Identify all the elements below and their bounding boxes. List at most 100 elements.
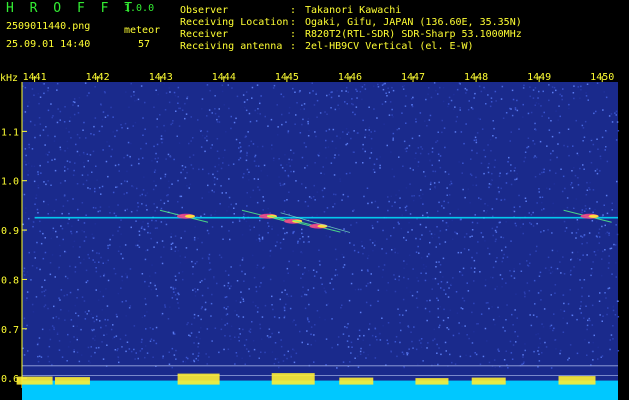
noise-pixel xyxy=(142,157,144,159)
noise-pixel xyxy=(137,98,140,101)
noise-pixel xyxy=(99,210,101,212)
noise-pixel xyxy=(479,363,482,365)
noise-pixel xyxy=(95,270,98,273)
noise-pixel xyxy=(55,316,58,318)
noise-pixel xyxy=(206,363,208,365)
noise-pixel xyxy=(362,162,364,164)
noise-pixel xyxy=(92,317,94,319)
noise-pixel xyxy=(522,232,524,235)
noise-pixel xyxy=(121,127,123,129)
noise-pixel xyxy=(284,154,286,156)
bottom-activity-band xyxy=(22,380,618,400)
noise-pixel xyxy=(228,287,231,290)
noise-pixel xyxy=(121,279,124,282)
noise-pixel xyxy=(601,225,603,228)
noise-pixel xyxy=(259,219,261,222)
noise-pixel xyxy=(563,273,566,275)
noise-pixel xyxy=(374,240,376,242)
noise-pixel xyxy=(373,108,375,110)
noise-pixel xyxy=(303,142,306,144)
noise-pixel xyxy=(513,277,516,279)
noise-pixel xyxy=(551,135,554,138)
noise-pixel xyxy=(365,301,368,304)
noise-pixel xyxy=(287,131,289,134)
noise-pixel xyxy=(151,264,153,266)
x-tick-label: 1448 xyxy=(464,72,488,83)
noise-pixel xyxy=(293,170,295,173)
noise-pixel xyxy=(277,361,280,364)
noise-pixel xyxy=(452,277,454,279)
noise-pixel xyxy=(552,329,554,332)
noise-pixel xyxy=(197,315,200,317)
noise-pixel xyxy=(539,196,541,199)
noise-pixel xyxy=(271,148,273,150)
noise-pixel xyxy=(538,353,540,355)
noise-pixel xyxy=(155,342,158,345)
noise-pixel xyxy=(398,279,400,281)
noise-pixel xyxy=(24,148,27,150)
noise-pixel xyxy=(426,212,428,214)
noise-pixel xyxy=(514,331,516,333)
noise-pixel xyxy=(156,161,158,163)
noise-pixel xyxy=(178,107,180,110)
noise-pixel xyxy=(548,117,550,119)
noise-pixel xyxy=(330,162,333,164)
noise-pixel xyxy=(566,323,568,326)
noise-pixel xyxy=(530,214,533,216)
noise-pixel xyxy=(544,341,546,344)
noise-pixel xyxy=(224,149,226,151)
noise-pixel xyxy=(562,256,564,258)
noise-pixel xyxy=(411,294,414,297)
noise-pixel xyxy=(251,97,253,99)
noise-pixel xyxy=(325,291,327,294)
noise-pixel xyxy=(261,145,264,148)
noise-pixel xyxy=(500,199,502,201)
noise-pixel xyxy=(266,174,269,177)
noise-pixel xyxy=(155,184,157,187)
noise-pixel xyxy=(238,159,240,161)
noise-pixel xyxy=(545,346,548,348)
noise-pixel xyxy=(379,167,381,169)
noise-pixel xyxy=(435,141,437,143)
noise-pixel xyxy=(332,206,334,208)
noise-pixel xyxy=(178,142,181,144)
noise-pixel xyxy=(208,269,211,271)
noise-pixel xyxy=(415,237,417,240)
noise-pixel xyxy=(324,146,327,149)
noise-pixel xyxy=(566,145,569,148)
noise-pixel xyxy=(371,201,373,204)
noise-pixel xyxy=(382,269,384,271)
noise-pixel xyxy=(498,315,501,318)
noise-pixel xyxy=(541,352,543,354)
noise-pixel xyxy=(256,112,259,115)
noise-pixel xyxy=(256,84,259,86)
noise-pixel xyxy=(64,150,66,152)
noise-pixel xyxy=(563,310,566,312)
noise-pixel xyxy=(161,262,164,265)
noise-pixel xyxy=(473,330,475,333)
noise-pixel xyxy=(236,314,238,316)
noise-pixel xyxy=(436,226,438,228)
noise-pixel xyxy=(399,207,401,209)
noise-pixel xyxy=(72,104,74,106)
noise-pixel xyxy=(533,279,536,282)
noise-pixel xyxy=(606,313,608,316)
noise-pixel xyxy=(185,247,188,249)
noise-pixel xyxy=(588,317,590,320)
noise-pixel xyxy=(522,356,524,358)
noise-pixel xyxy=(432,170,434,173)
noise-pixel xyxy=(332,128,335,131)
noise-pixel xyxy=(190,332,193,334)
noise-pixel xyxy=(428,253,431,256)
noise-pixel xyxy=(246,154,248,157)
noise-pixel xyxy=(356,90,358,92)
noise-pixel xyxy=(28,146,30,149)
noise-pixel xyxy=(112,131,114,133)
noise-pixel xyxy=(313,361,315,363)
noise-pixel xyxy=(593,112,595,115)
noise-pixel xyxy=(287,350,289,353)
noise-pixel xyxy=(329,236,331,238)
noise-pixel xyxy=(415,251,418,253)
location-value: Ogaki, Gifu, JAPAN (136.60E, 35.35N) xyxy=(305,17,522,28)
noise-pixel xyxy=(254,305,257,307)
